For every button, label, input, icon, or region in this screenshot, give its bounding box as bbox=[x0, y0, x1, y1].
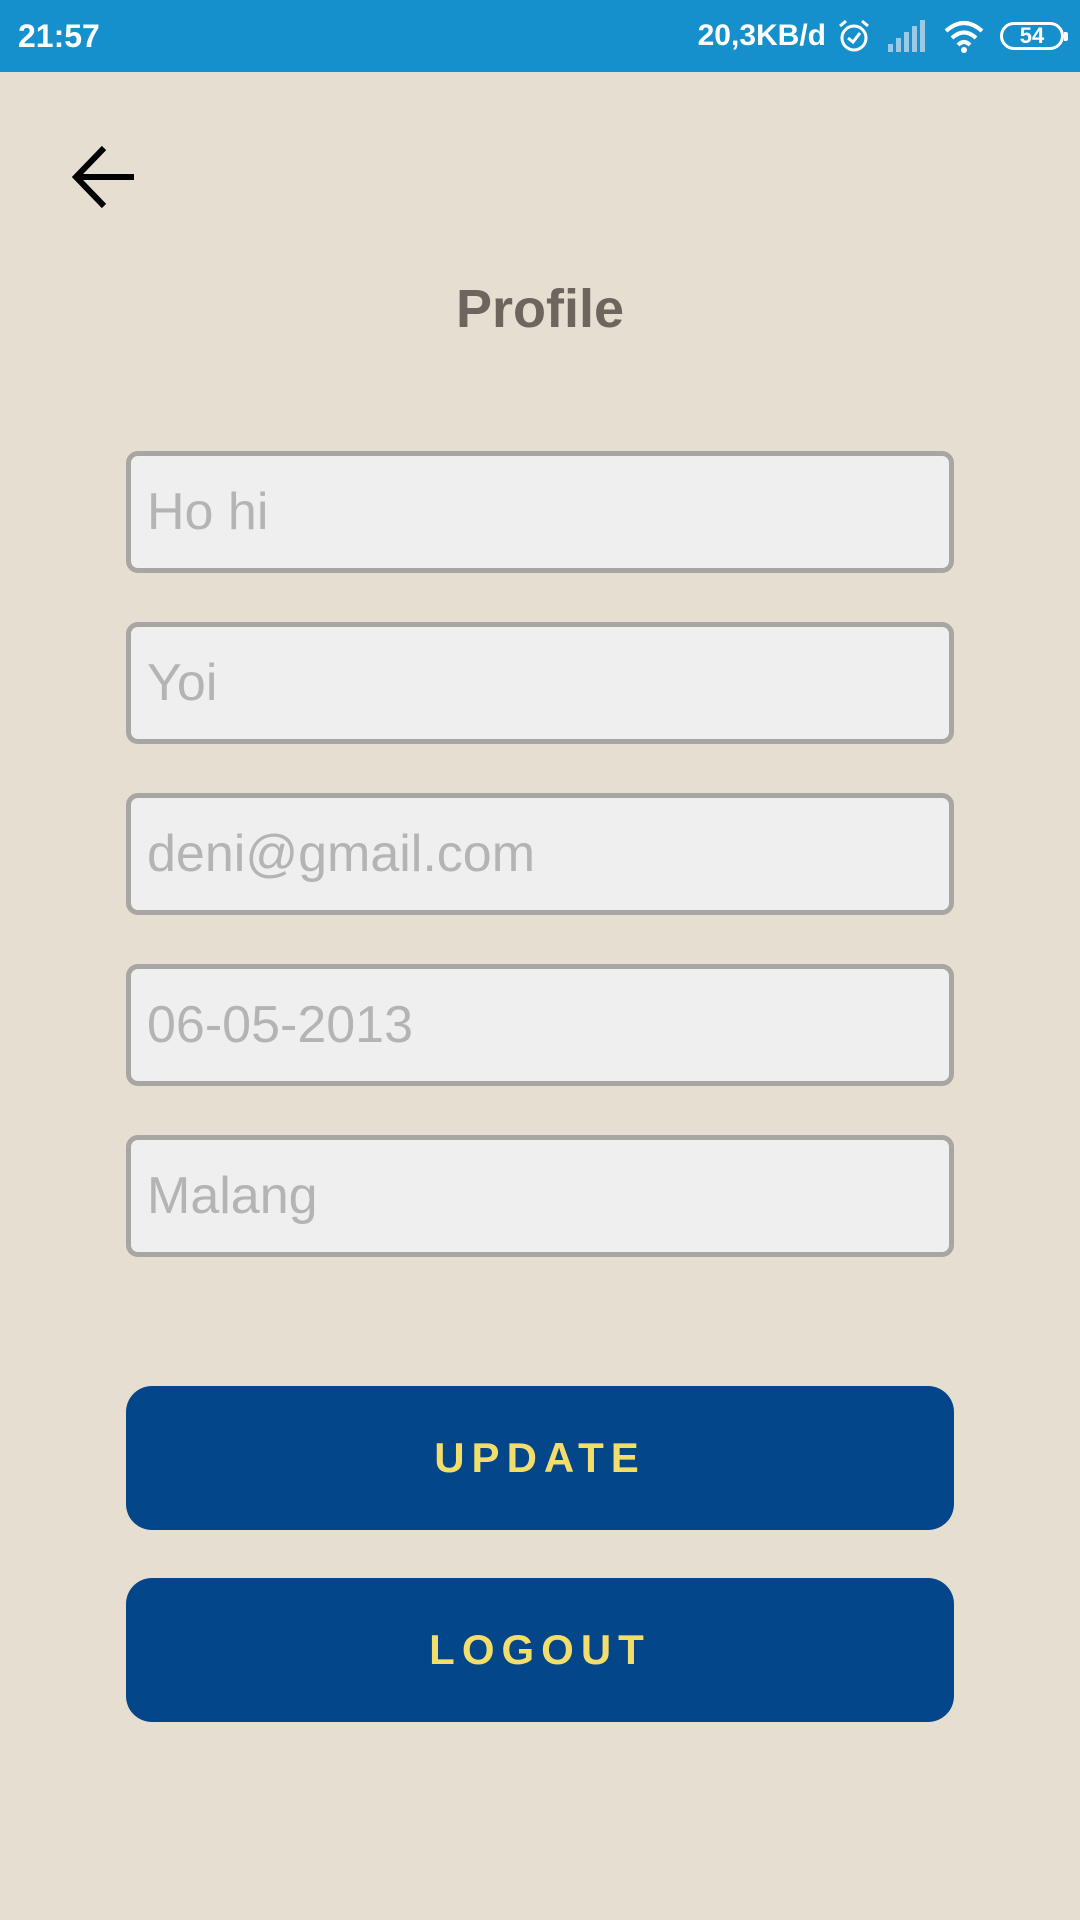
page-title: Profile bbox=[455, 279, 625, 339]
email-field[interactable] bbox=[126, 793, 954, 915]
status-bar: 21:57 20,3KB/d 54 bbox=[0, 0, 1080, 72]
signal-icon bbox=[886, 20, 928, 52]
first-name-field[interactable] bbox=[126, 451, 954, 573]
birth-date-field[interactable] bbox=[126, 964, 954, 1086]
wifi-icon bbox=[942, 19, 986, 53]
city-field[interactable] bbox=[126, 1135, 954, 1257]
update-button[interactable]: UPDATE bbox=[126, 1386, 954, 1530]
status-time: 21:57 bbox=[18, 18, 100, 54]
status-icons: 20,3KB/d 54 bbox=[697, 14, 1068, 58]
last-name-field[interactable] bbox=[126, 622, 954, 744]
back-button[interactable] bbox=[66, 140, 146, 220]
logout-button[interactable]: LOGOUT bbox=[126, 1578, 954, 1722]
arrow-left-icon bbox=[71, 145, 134, 209]
alarm-icon bbox=[836, 18, 872, 54]
battery-icon: 54 bbox=[1000, 22, 1068, 50]
network-speed: 20,3KB/d bbox=[697, 19, 826, 52]
